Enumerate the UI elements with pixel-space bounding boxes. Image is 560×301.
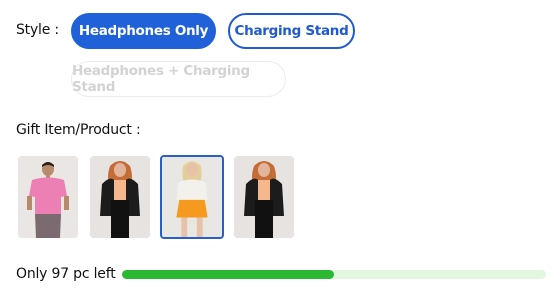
style-option-charging-stand[interactable]: Charging Stand xyxy=(228,13,355,49)
gift-thumbnail-4[interactable] xyxy=(234,156,294,238)
style-option-headphones-charging-stand[interactable]: Headphones + Charging Stand xyxy=(71,61,286,97)
gift-thumbnail-3[interactable] xyxy=(160,155,224,239)
stock-remaining-text: Only 97 pc left xyxy=(16,266,116,282)
gift-item-label: Gift Item/Product : xyxy=(16,122,141,138)
gift-thumbnail-1[interactable] xyxy=(18,156,78,238)
model-pink-tshirt-image xyxy=(18,156,78,238)
stock-progress-bar xyxy=(122,270,546,279)
style-label: Style : xyxy=(16,22,59,38)
model-black-jacket-image xyxy=(234,156,294,238)
gift-thumbnail-2[interactable] xyxy=(90,156,150,238)
model-black-jacket-image xyxy=(90,156,150,238)
style-option-headphones-only[interactable]: Headphones Only xyxy=(71,13,216,49)
model-white-top-orange-skirt-image xyxy=(162,157,222,237)
stock-progress-fill xyxy=(122,270,334,279)
